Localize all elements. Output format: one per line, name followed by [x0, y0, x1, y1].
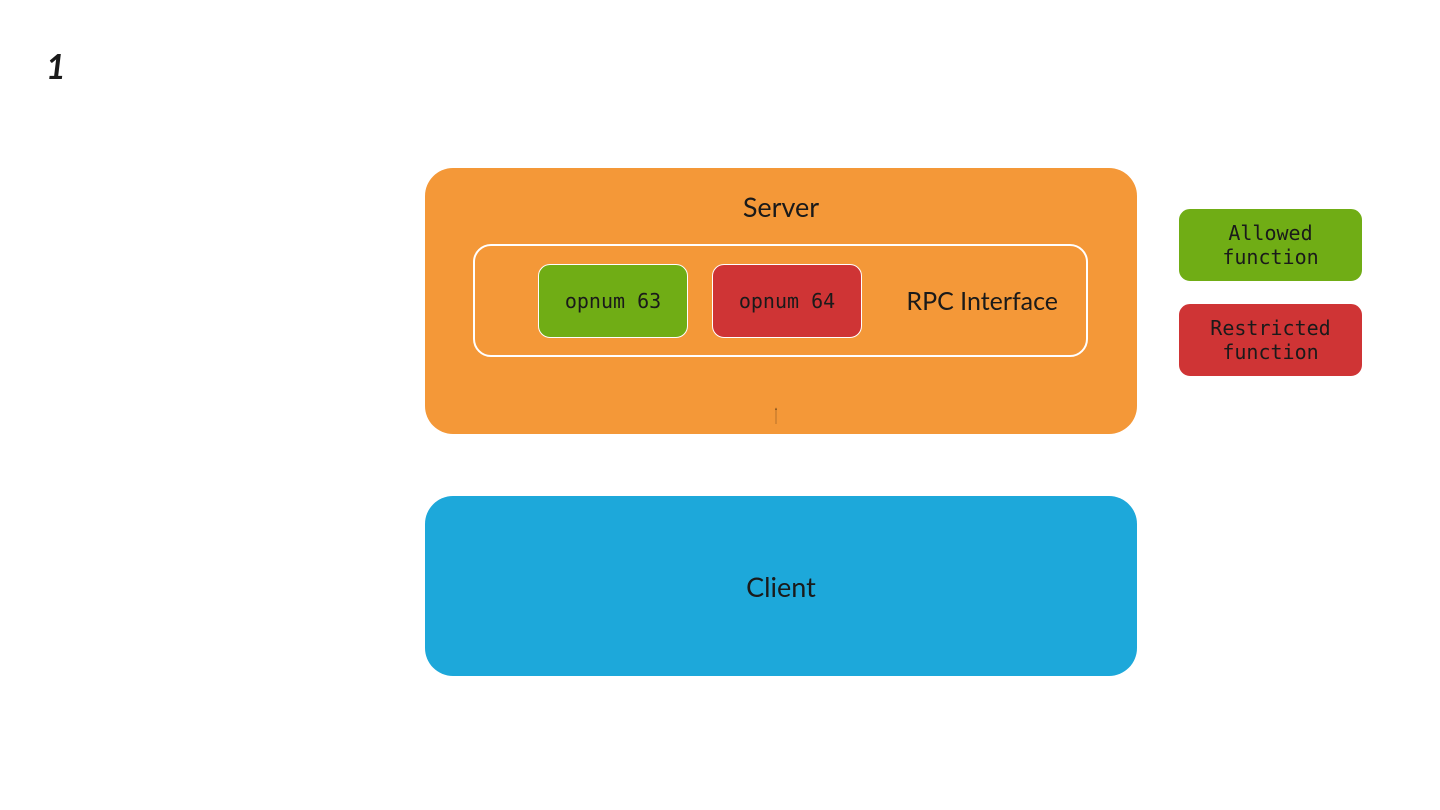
- client-to-opnum-arrow: [775, 336, 777, 496]
- diagram-canvas: 1 Server RPC Interface opnum 63 opnum 64…: [0, 0, 1440, 810]
- rpc-interface-box: RPC Interface opnum 63 opnum 64: [473, 244, 1088, 357]
- opnum-allowed: opnum 63: [538, 264, 688, 338]
- legend-allowed: Allowed function: [1178, 208, 1363, 282]
- legend-restricted: Restricted function: [1178, 303, 1363, 377]
- client-box: Client: [425, 496, 1137, 676]
- slide-number: 1: [46, 46, 66, 87]
- rpc-interface-label: RPC Interface: [906, 286, 1058, 316]
- client-title: Client: [746, 570, 816, 603]
- server-title: Server: [425, 190, 1137, 223]
- opnum-restricted: opnum 64: [712, 264, 862, 338]
